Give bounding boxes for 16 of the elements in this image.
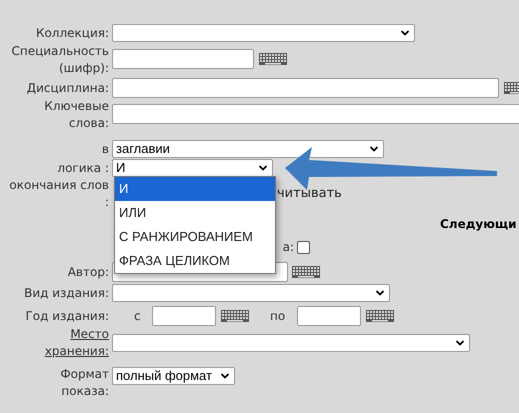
field-label: окончания слов : [9, 177, 109, 211]
field-label: Коллекция: [36, 26, 109, 40]
field-label: Специальность (шифр): [10, 43, 109, 77]
field-label: Автор: [68, 264, 109, 278]
field-label: с [134, 308, 142, 325]
field-label: Вид издания: [24, 286, 109, 300]
field-label: логика : [57, 160, 109, 174]
field-label: Формат показа: [59, 366, 109, 400]
field-label: Ключевые слова: [43, 98, 109, 132]
field-label: Год издания: [25, 308, 109, 322]
field-label: в [102, 142, 109, 156]
section-heading: Следующи [440, 216, 517, 232]
option-text: читывать [277, 185, 342, 203]
field-label: а: [282, 239, 294, 256]
field-label: Дисциплина: [26, 80, 109, 94]
field-label: по [270, 308, 286, 325]
